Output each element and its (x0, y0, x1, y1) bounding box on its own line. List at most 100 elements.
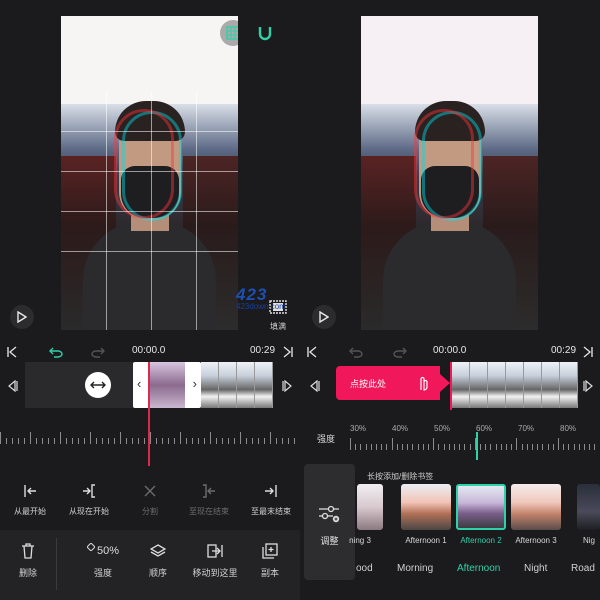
prev-frame-button[interactable] (306, 378, 322, 394)
strength-slider[interactable] (350, 432, 600, 454)
to-now-end-button[interactable]: 至现在结束 (184, 482, 234, 517)
from-now-button[interactable]: 从现在开始 (64, 482, 114, 517)
trim-left-handle-icon[interactable]: ‹ (137, 376, 141, 391)
tap-here-pointer (440, 374, 450, 392)
undo-button[interactable] (348, 344, 364, 360)
undo-icon (49, 347, 63, 358)
glitch-red-outline (114, 109, 174, 219)
ruler-tick (589, 444, 591, 450)
undo-button[interactable] (48, 344, 64, 360)
ruler-tick (138, 438, 139, 444)
jump-end-button[interactable] (580, 344, 596, 360)
from-now-icon (83, 484, 95, 498)
jump-end-button[interactable] (280, 344, 296, 360)
selected-clip[interactable]: ‹ › (133, 362, 201, 408)
ruler-tick (547, 444, 549, 450)
jump-start-button[interactable] (4, 344, 20, 360)
strength-indicator[interactable] (476, 432, 478, 460)
ruler-tick (102, 438, 103, 444)
bookmark-hint: 长按添加/删除书签 (367, 472, 434, 481)
ruler-tick (168, 438, 169, 444)
transport-bar: 00:00.0 00:29 (0, 342, 300, 362)
video-strip (452, 362, 578, 408)
ruler-tick (391, 438, 393, 450)
jump-start-button[interactable] (304, 344, 320, 360)
ruler-tick (246, 438, 247, 444)
next-frame-button[interactable] (581, 378, 597, 394)
ruler-tick (120, 432, 121, 444)
ruler-tick (144, 438, 145, 444)
filtered-preview[interactable] (361, 16, 538, 330)
next-frame-button[interactable] (280, 378, 296, 394)
ruler-tick (132, 438, 133, 444)
ruler-tick (186, 438, 187, 444)
current-time: 00:00.0 (132, 345, 166, 356)
transport-bar: 00:00.0 00:29 (300, 342, 600, 362)
move-here-button[interactable]: 移动到这里 (190, 542, 240, 579)
ruler-tick (521, 444, 523, 450)
time-ruler[interactable] (0, 426, 300, 448)
filter-name: Nig (583, 536, 596, 545)
ruler-tick (526, 444, 528, 450)
strip-frame (237, 362, 255, 408)
ruler-tick (433, 438, 435, 450)
current-time: 00:00.0 (433, 345, 467, 356)
prev-frame-icon (310, 380, 320, 392)
trim-right-handle-icon[interactable]: › (193, 376, 197, 391)
play-button[interactable] (10, 305, 34, 329)
to-end-button[interactable]: 至最末结束 (246, 482, 296, 517)
from-start-icon (24, 485, 36, 497)
ruler-tick (36, 438, 37, 444)
ruler-tick (24, 438, 25, 444)
filter-thumb[interactable] (401, 484, 451, 530)
filter-thumb[interactable] (357, 484, 383, 530)
filter-thumb-selected[interactable] (456, 484, 506, 530)
ruler-tick (490, 444, 492, 450)
playhead[interactable] (450, 362, 452, 410)
strip-frame (219, 362, 237, 408)
tab-food[interactable]: ood (356, 563, 373, 574)
prev-frame-button[interactable] (4, 378, 20, 394)
move-here-label: 移动到这里 (192, 568, 238, 578)
expand-handle[interactable] (85, 372, 111, 398)
ruler-tick (48, 438, 49, 444)
order-button[interactable]: 顺序 (140, 542, 176, 579)
ruler-tick (276, 438, 277, 444)
video-strip (201, 362, 273, 408)
tab-road[interactable]: Road (571, 563, 595, 574)
filter-thumb[interactable] (577, 484, 600, 530)
ruler-tick (537, 444, 539, 450)
ruler-tick (428, 444, 429, 450)
effect-region[interactable] (25, 362, 133, 408)
video-preview[interactable] (61, 16, 238, 330)
fill-label: 填满 (270, 322, 286, 331)
copy-label: 副本 (260, 568, 279, 578)
timeline-track[interactable]: ‹ › (0, 362, 300, 414)
ruler-tick (0, 432, 1, 444)
from-start-button[interactable]: 从最开始 (10, 482, 50, 517)
sliders-adjust-icon (319, 505, 340, 523)
strength-button[interactable]: 50% 强度 (80, 542, 126, 579)
redo-button[interactable] (392, 344, 408, 360)
ruler-tick (485, 444, 487, 450)
tap-here-button[interactable]: 点按此处 (336, 366, 440, 400)
tab-morning[interactable]: Morning (397, 563, 433, 574)
ruler-tick (18, 438, 19, 444)
ruler-tick (454, 444, 455, 450)
bottom-toolbar: 删除 50% 强度 顺序 移动到这里 副本 (0, 530, 300, 600)
tab-night[interactable]: Night (524, 563, 547, 574)
split-button[interactable]: 分割 (132, 482, 168, 517)
play-button[interactable] (312, 305, 336, 329)
playhead[interactable] (148, 362, 150, 466)
ruler-tick (192, 438, 193, 444)
tab-afternoon[interactable]: Afternoon (457, 563, 500, 574)
magnet-snap-button[interactable] (252, 20, 278, 46)
copy-button[interactable]: 副本 (252, 542, 288, 579)
ruler-tick (54, 438, 55, 444)
filter-thumb[interactable] (511, 484, 561, 530)
delete-button[interactable]: 删除 (10, 542, 46, 579)
ruler-tick (360, 444, 362, 450)
to-now-end-label: 至现在结束 (189, 507, 229, 516)
to-now-end-icon (203, 484, 215, 498)
redo-button[interactable] (90, 344, 106, 360)
